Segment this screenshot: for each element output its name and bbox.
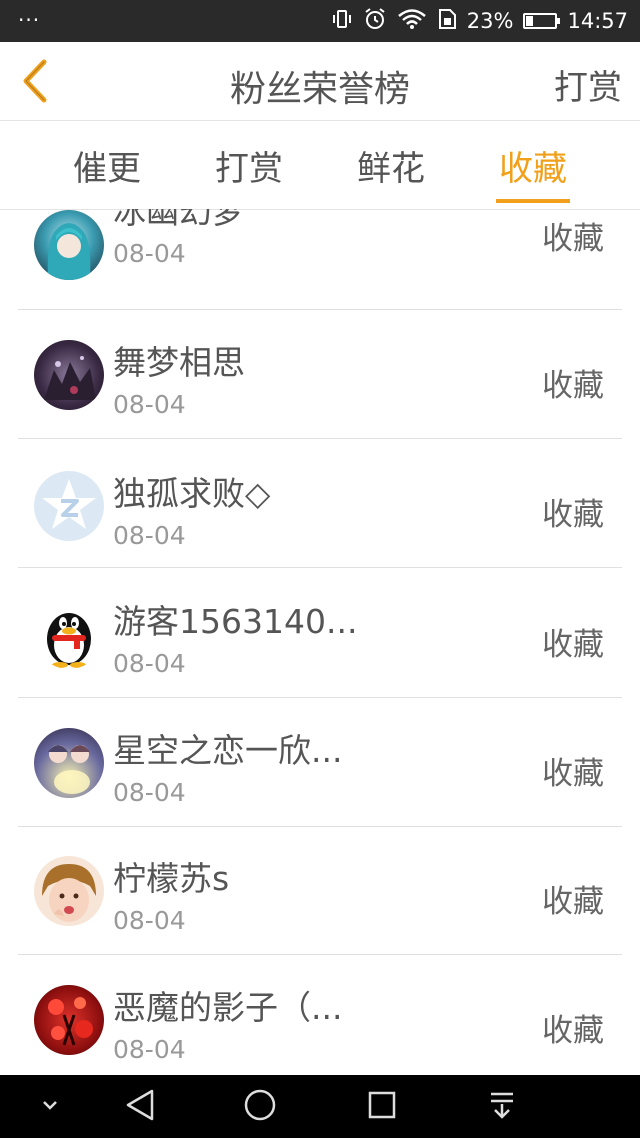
reward-button[interactable]: 打赏: [554, 60, 622, 109]
back-triangle-icon: [124, 1088, 156, 1126]
user-name: 星空之恋一欣...: [113, 731, 343, 770]
user-name: 冰幽幻梦: [113, 209, 245, 231]
tab-reward[interactable]: 打赏: [212, 141, 286, 203]
penguin-avatar: [34, 599, 104, 669]
more-notifications-icon: ···: [18, 8, 41, 32]
list-item[interactable]: 柠檬苏s 08-04 收藏: [18, 826, 622, 955]
action-label: 收藏: [542, 497, 604, 533]
list-item[interactable]: 星空之恋一欣... 08-04 收藏: [18, 698, 622, 827]
fan-list: 冰幽幻梦 08-04 收藏 舞梦相思 08-04 收藏 独孤求败◇ 08-04 …: [0, 209, 640, 1075]
anime-girl-avatar: [34, 210, 104, 280]
status-bar: ··· 23% 14:57: [0, 0, 640, 42]
notification-pull-button[interactable]: [482, 1075, 522, 1138]
wifi-icon: [397, 8, 427, 35]
qzone-star-avatar: [34, 471, 104, 541]
user-name: 游客1563140...: [113, 602, 358, 641]
action-label: 收藏: [542, 627, 604, 663]
battery-percent: 23%: [466, 9, 514, 33]
anime-couple-avatar: [34, 728, 104, 798]
action-label: 收藏: [542, 1013, 604, 1049]
hide-nav-button[interactable]: [30, 1075, 70, 1138]
action-label: 收藏: [542, 756, 604, 792]
list-item[interactable]: 独孤求败◇ 08-04 收藏: [18, 439, 622, 568]
list-item[interactable]: 舞梦相思 08-04 收藏: [18, 310, 622, 439]
action-label: 收藏: [542, 884, 604, 920]
alarm-icon: [363, 7, 387, 36]
action-label: 收藏: [542, 368, 604, 404]
tab-urge[interactable]: 催更: [70, 141, 144, 203]
vibrate-icon: [331, 8, 353, 35]
chevron-down-icon: [40, 1097, 60, 1116]
battery-icon: [523, 13, 561, 29]
list-item[interactable]: 恶魔的影子（... 08-04 收藏: [18, 955, 622, 1075]
list-item[interactable]: 冰幽幻梦 08-04 收藏: [18, 209, 622, 310]
collect-date: 08-04: [113, 649, 186, 678]
notification-pull-icon: [487, 1090, 517, 1124]
system-nav-bar: [0, 1075, 640, 1138]
sim-icon: [437, 8, 457, 35]
tab-bar: 催更 打赏 鲜花 收藏: [0, 121, 640, 210]
action-label: 收藏: [542, 221, 604, 257]
collect-date: 08-04: [113, 906, 186, 935]
tab-flowers[interactable]: 鲜花: [354, 141, 428, 203]
collect-date: 08-04: [113, 239, 186, 268]
app-header: 粉丝荣誉榜 打赏: [0, 42, 640, 121]
nav-back-button[interactable]: [118, 1075, 162, 1138]
collect-date: 08-04: [113, 1035, 186, 1064]
page-title: 粉丝荣誉榜: [229, 69, 410, 110]
collect-date: 08-04: [113, 521, 186, 550]
list-item[interactable]: 游客1563140... 08-04 收藏: [18, 569, 622, 698]
user-name: 柠檬苏s: [113, 859, 230, 898]
red-flowers-avatar: [34, 985, 104, 1055]
home-circle-icon: [243, 1088, 277, 1126]
nav-home-button[interactable]: [240, 1075, 280, 1138]
nav-recents-button[interactable]: [362, 1075, 402, 1138]
child-photo-avatar: [34, 856, 104, 926]
collect-date: 08-04: [113, 778, 186, 807]
recents-square-icon: [367, 1090, 397, 1124]
collect-date: 08-04: [113, 390, 186, 419]
tab-collect[interactable]: 收藏: [496, 141, 570, 203]
user-name: 舞梦相思: [113, 343, 245, 382]
user-name: 恶魔的影子（...: [113, 988, 343, 1027]
dark-scene-avatar: [34, 340, 104, 410]
clock: 14:57: [567, 9, 628, 33]
user-name: 独孤求败◇: [113, 474, 271, 513]
